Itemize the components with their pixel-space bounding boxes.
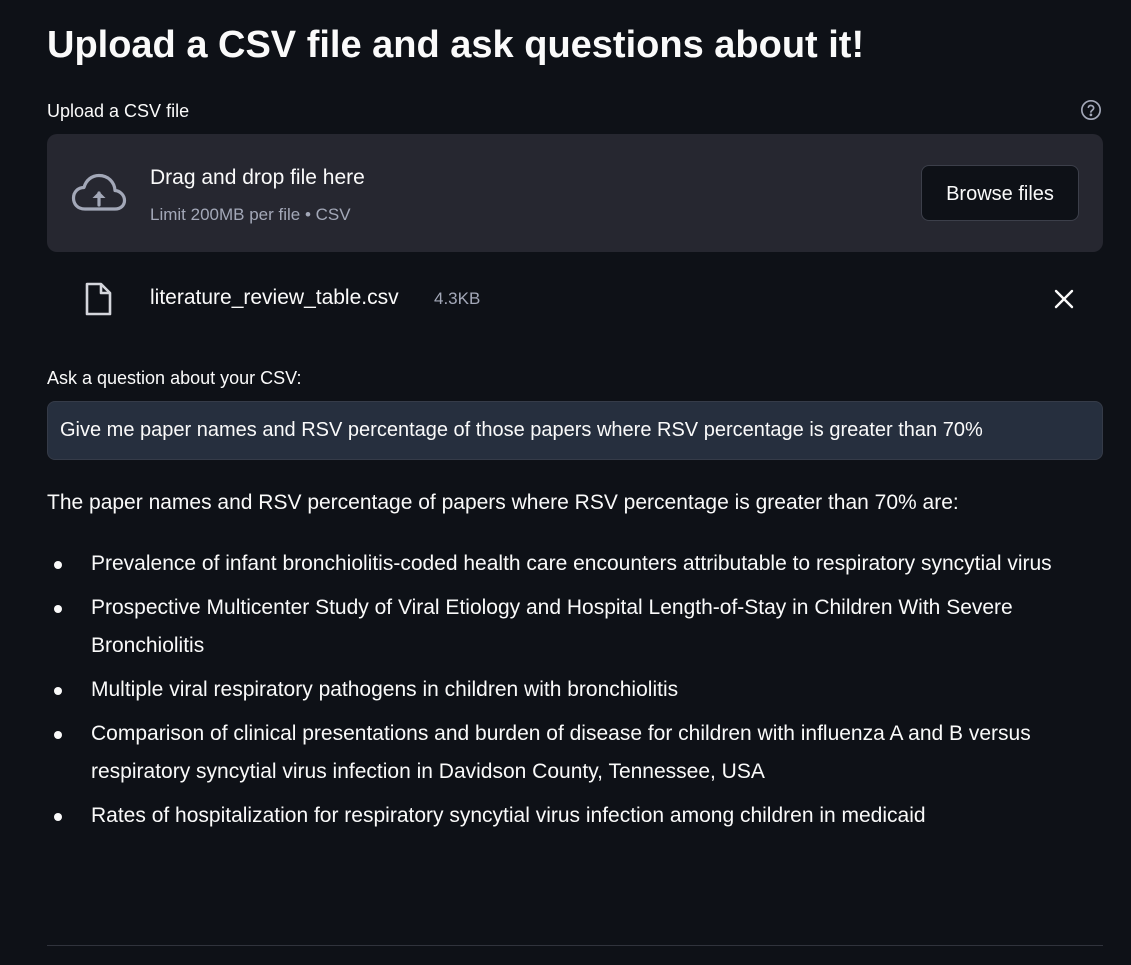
list-item-text: Multiple viral respiratory pathogens in … <box>91 678 679 701</box>
bullet <box>54 687 62 695</box>
bullet <box>54 561 62 569</box>
list-item: Prospective Multicenter Study of Viral E… <box>47 589 1107 665</box>
list-item-text: Prevalence of infant bronchiolitis-coded… <box>91 552 1052 575</box>
question-input[interactable] <box>47 401 1103 460</box>
dropzone-limit: Limit 200MB per file • CSV <box>150 205 351 224</box>
list-item: Multiple viral respiratory pathogens in … <box>47 671 1107 709</box>
page-title: Upload a CSV file and ask questions abou… <box>47 24 865 66</box>
list-item: Prevalence of infant bronchiolitis-coded… <box>47 545 1107 583</box>
question-label: Ask a question about your CSV: <box>47 368 302 388</box>
bullet <box>54 731 62 739</box>
list-item-text: Comparison of clinical presentations and… <box>91 722 1031 783</box>
browse-files-button[interactable]: Browse files <box>921 165 1079 221</box>
list-item: Comparison of clinical presentations and… <box>47 715 1107 791</box>
uploaded-file-row: literature_review_table.csv 4.3KB <box>47 270 1103 326</box>
bullet <box>54 813 62 821</box>
dropzone-title: Drag and drop file here <box>150 166 365 189</box>
list-item-text: Prospective Multicenter Study of Viral E… <box>91 596 1013 657</box>
answer-intro: The paper names and RSV percentage of pa… <box>47 491 959 514</box>
answer-list: Prevalence of infant bronchiolitis-coded… <box>47 545 1107 841</box>
uploaded-file-name: literature_review_table.csv <box>150 286 399 309</box>
close-icon[interactable] <box>1053 288 1075 310</box>
app-page: Upload a CSV file and ask questions abou… <box>0 0 1131 965</box>
uploaded-file-size: 4.3KB <box>434 289 481 308</box>
file-icon <box>85 282 112 316</box>
bullet <box>54 605 62 613</box>
divider <box>47 945 1103 946</box>
list-item-text: Rates of hospitalization for respiratory… <box>91 804 926 827</box>
question-circle-icon[interactable] <box>1080 99 1102 121</box>
cloud-upload-icon <box>71 173 127 211</box>
list-item: Rates of hospitalization for respiratory… <box>47 797 1107 835</box>
uploader-label: Upload a CSV file <box>47 101 190 121</box>
file-dropzone[interactable]: Drag and drop file here Limit 200MB per … <box>47 134 1103 252</box>
